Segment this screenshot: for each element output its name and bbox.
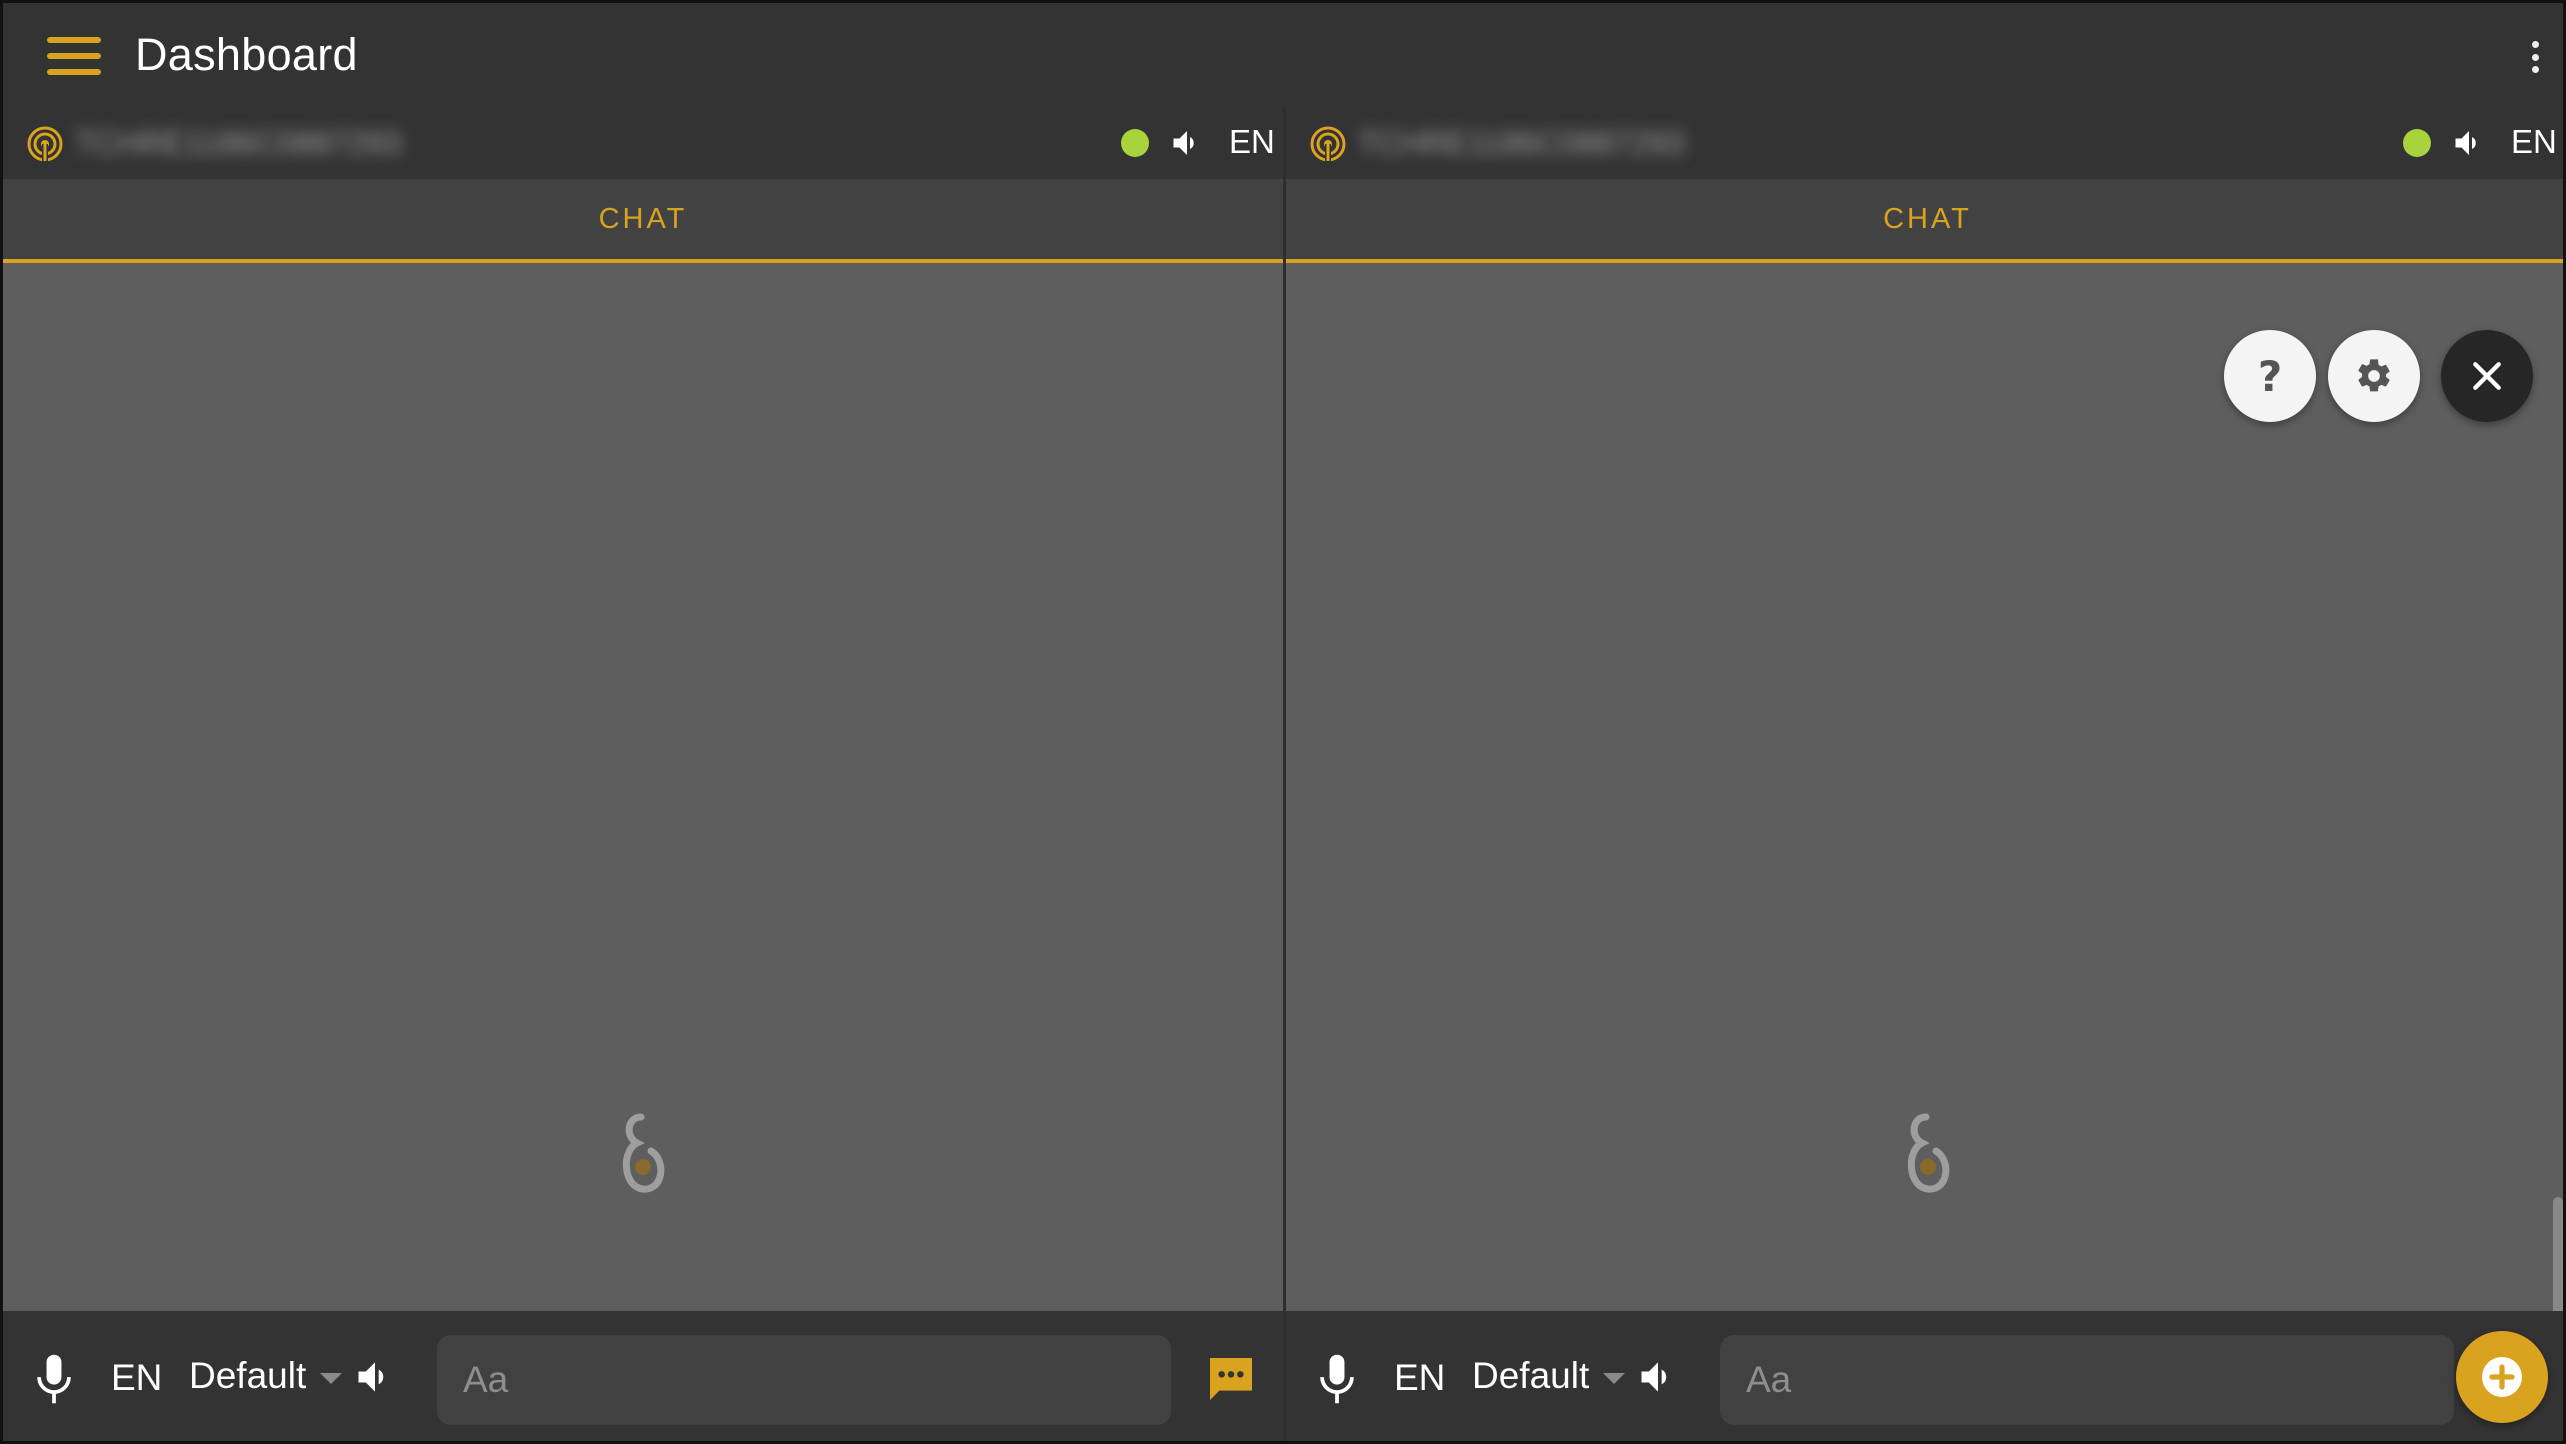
page-title: Dashboard <box>135 29 358 80</box>
microphone-icon[interactable] <box>31 1351 77 1407</box>
add-icon <box>2482 1357 2522 1397</box>
voice-select-value: Default <box>189 1355 307 1396</box>
app-window: Dashboard TCHRE1186C0887293 EN CHAT EN D… <box>0 0 2566 1444</box>
online-status-indicator <box>2403 129 2431 157</box>
voice-select[interactable]: Default <box>189 1355 343 1397</box>
more-vert-icon[interactable] <box>2529 41 2541 73</box>
app-logo-icon <box>1907 1113 1949 1193</box>
close-icon <box>2473 362 2501 390</box>
hamburger-menu-icon[interactable] <box>47 37 101 75</box>
volume-icon[interactable] <box>2451 125 2487 161</box>
voice-select[interactable]: Default <box>1472 1355 1626 1397</box>
voice-select-value: Default <box>1472 1355 1590 1396</box>
device-name: TCHRE1186C0887293 <box>1358 125 1685 161</box>
volume-icon[interactable] <box>1169 125 1205 161</box>
tab-bar: CHAT <box>3 179 1283 263</box>
app-bar: Dashboard <box>3 3 2563 107</box>
chat-panel-right: TCHRE1186C0887293 EN CHAT ? EN Default A… <box>1286 107 2563 1441</box>
volume-icon[interactable] <box>1636 1355 1680 1399</box>
device-status-bar: TCHRE1186C0887293 EN <box>3 107 1283 179</box>
volume-icon[interactable] <box>353 1355 397 1399</box>
app-logo-icon <box>622 1113 665 1193</box>
broadcast-icon <box>27 126 63 164</box>
device-status-bar: TCHRE1186C0887293 EN <box>1286 107 2563 179</box>
add-button[interactable] <box>2456 1331 2548 1423</box>
chevron-down-icon <box>1603 1372 1626 1384</box>
device-language[interactable]: EN <box>1229 123 1275 161</box>
help-button[interactable]: ? <box>2224 330 2316 422</box>
chevron-down-icon <box>320 1372 343 1384</box>
gear-icon <box>2358 359 2390 392</box>
online-status-indicator <box>1121 129 1149 157</box>
message-input-bar: EN Default <box>3 1311 1283 1441</box>
input-language[interactable]: EN <box>111 1357 162 1399</box>
microphone-icon[interactable] <box>1314 1351 1360 1407</box>
broadcast-icon <box>1310 126 1346 164</box>
tab-chat[interactable]: CHAT <box>1286 179 2563 259</box>
input-language[interactable]: EN <box>1394 1357 1445 1399</box>
tab-bar: CHAT <box>1286 179 2563 263</box>
close-button[interactable] <box>2441 330 2533 422</box>
tab-chat[interactable]: CHAT <box>3 179 1283 259</box>
device-name: TCHRE1186C0887293 <box>75 125 402 161</box>
chat-bubble-icon[interactable] <box>1203 1351 1259 1407</box>
message-input[interactable] <box>1720 1335 2454 1425</box>
message-input-bar: EN Default <box>1286 1311 2563 1441</box>
chat-panel-left: TCHRE1186C0887293 EN CHAT EN Default Aa <box>3 107 1283 1441</box>
message-input[interactable] <box>437 1335 1171 1425</box>
device-language[interactable]: EN <box>2511 123 2557 161</box>
settings-button[interactable] <box>2328 330 2420 422</box>
help-icon: ? <box>2257 351 2283 401</box>
